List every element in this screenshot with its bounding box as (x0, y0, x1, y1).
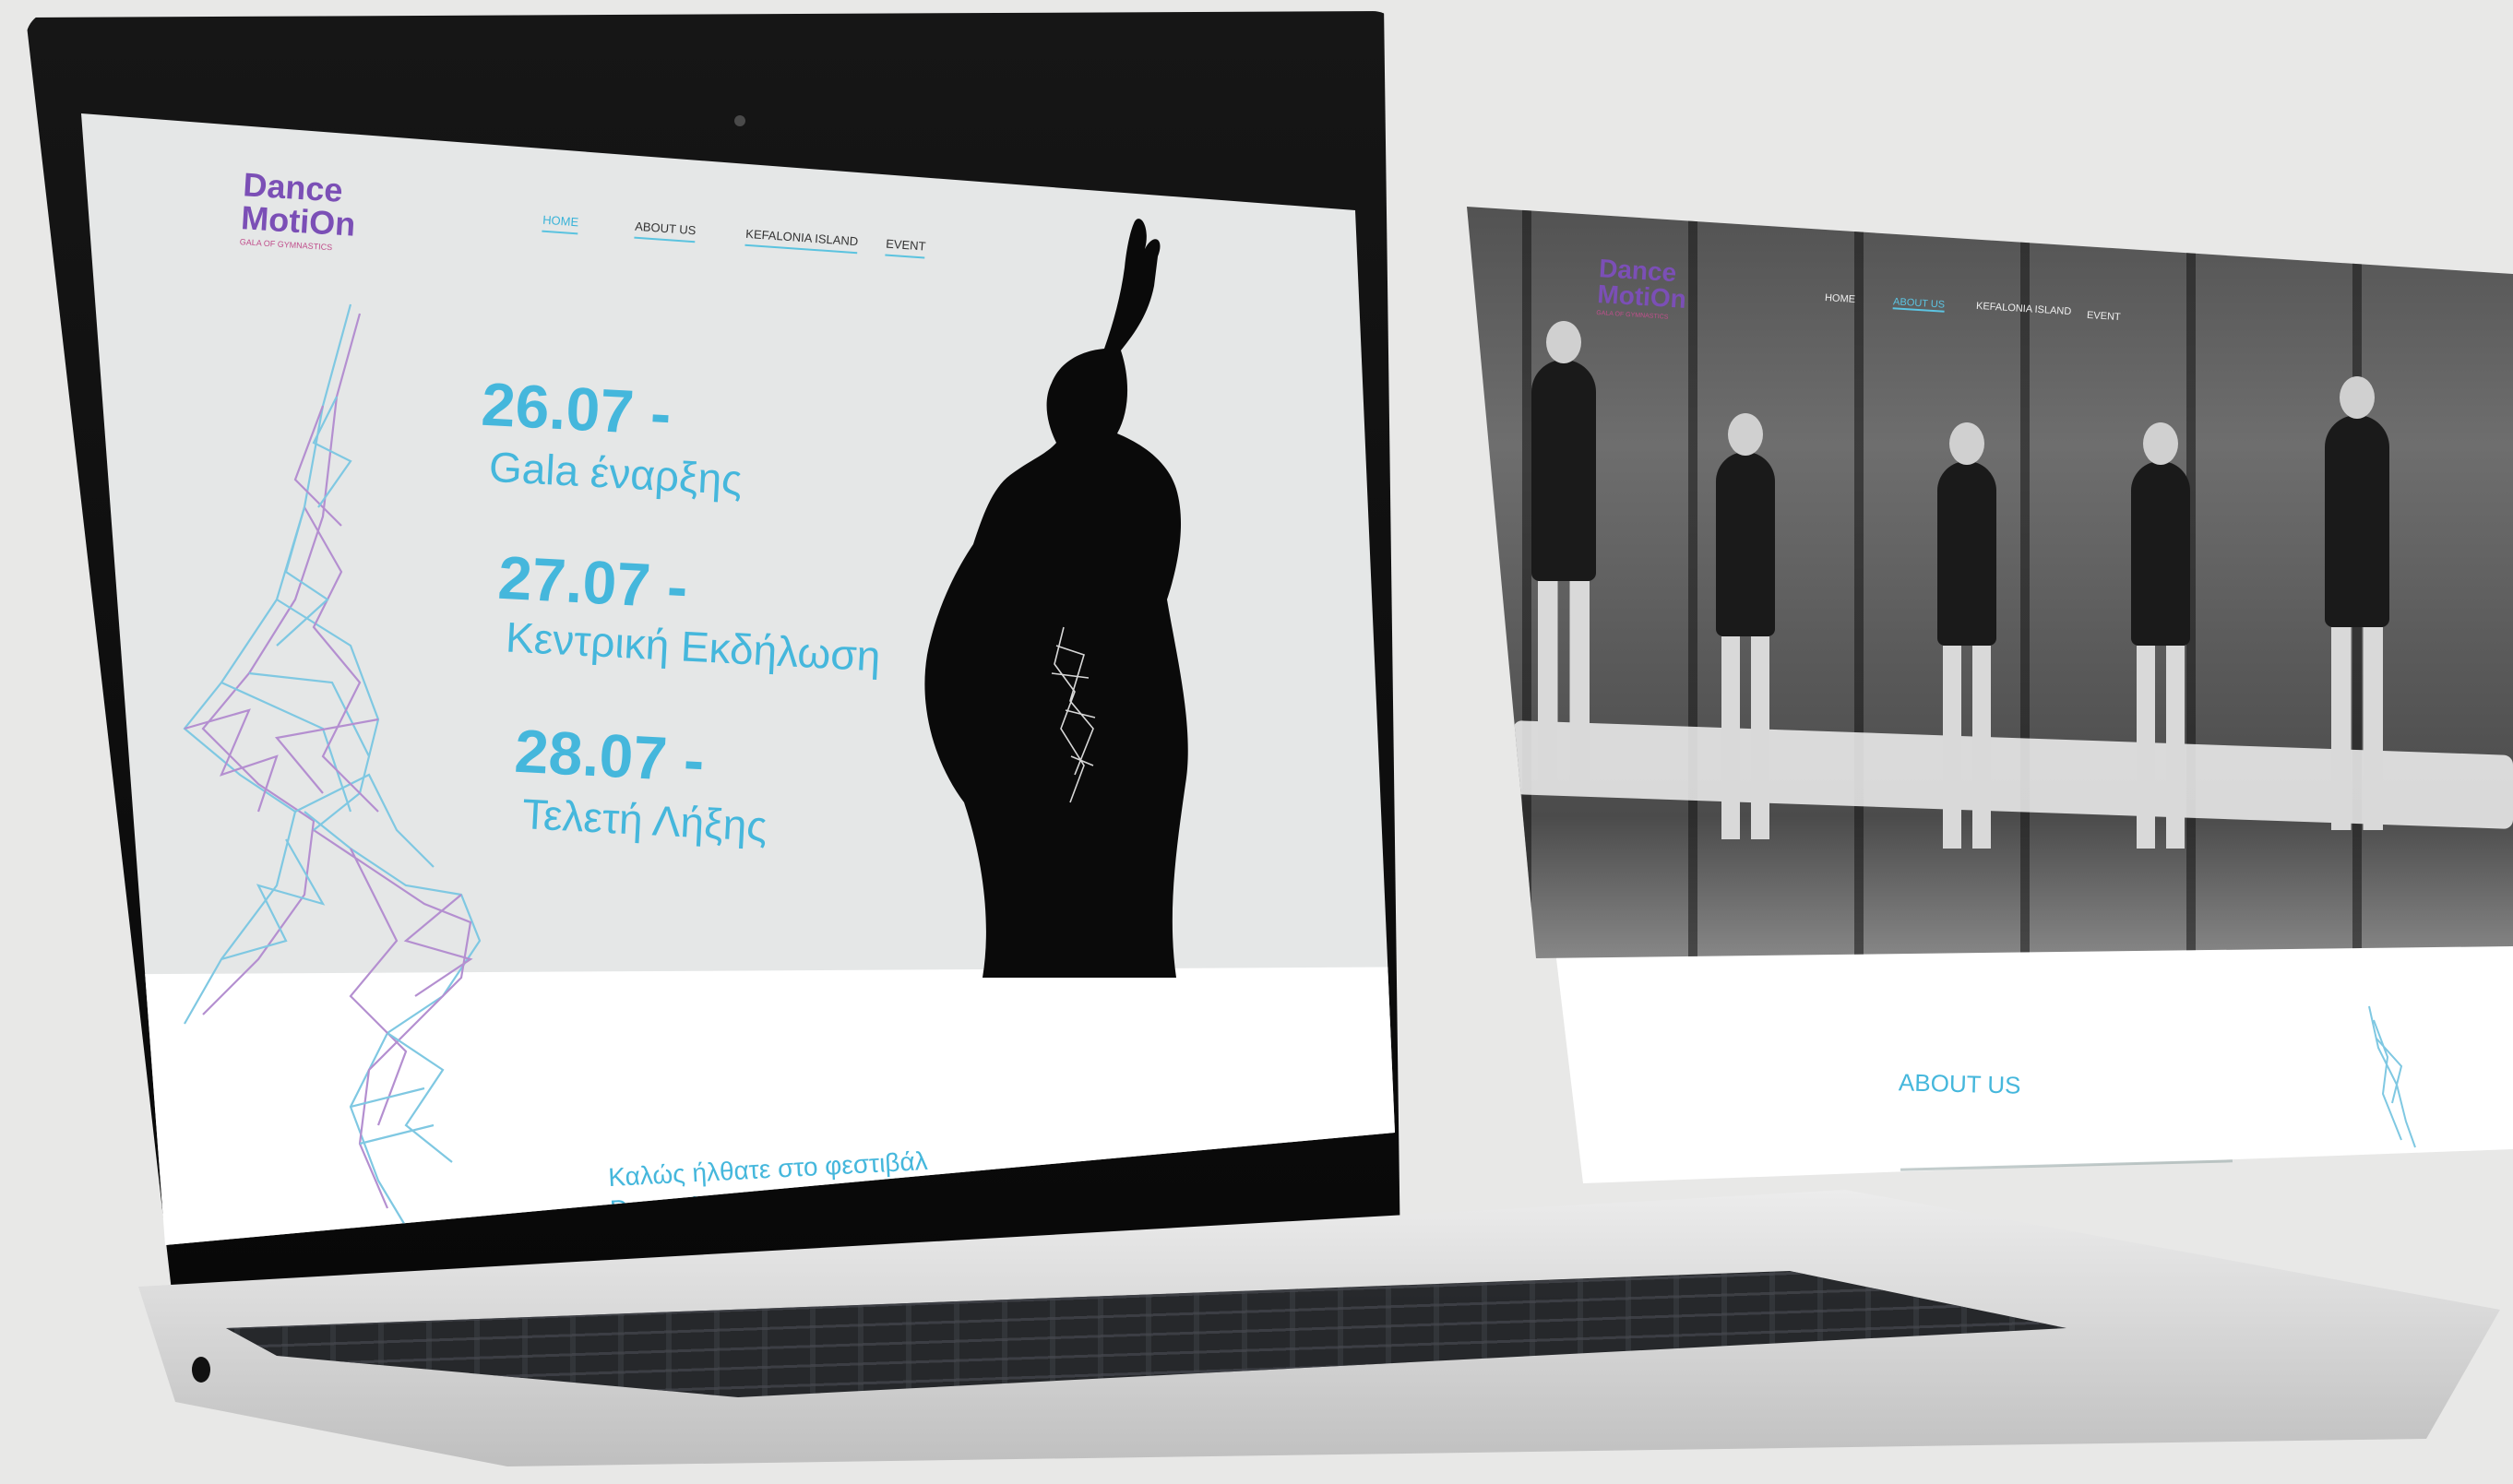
event-date-2: 27.07 - (496, 542, 690, 622)
panel-site-logo[interactable]: Dance MotiOn GALA OF GYMNASTICS (1596, 254, 1688, 322)
logo-line-2: MotiOn (240, 198, 357, 243)
panel-logo-line-2: MotiOn (1596, 279, 1687, 314)
panel-about-title: ABOUT US (1898, 1068, 2021, 1099)
event-date-3: 28.07 - (513, 716, 707, 795)
gymnast-4 (2131, 422, 2190, 849)
panel-nav-home[interactable]: HOME (1825, 292, 1856, 305)
nav-home[interactable]: HOME (542, 212, 579, 235)
site-logo[interactable]: Dance MotiOn GALA OF GYMNASTICS (240, 165, 359, 253)
gymnast-5 (2325, 376, 2389, 830)
event-name-3: Τελετή Λήξης (520, 789, 768, 850)
gymnast-1 (1531, 321, 1596, 784)
gymnast-3 (1937, 422, 1996, 849)
camera-icon (734, 115, 745, 126)
silhouette-dancer-photo (924, 219, 1188, 978)
gymnast-2 (1716, 413, 1775, 839)
event-name-1: Gala έναρξης (487, 442, 744, 505)
panel-nav-event[interactable]: EVENT (2087, 310, 2121, 323)
line-art-dancer-illustration (183, 303, 482, 1228)
laptop-port (192, 1357, 210, 1383)
panel-line-art-accent (2368, 1005, 2416, 1148)
event-name-2: Κεντρική Εκδήλωση (504, 612, 882, 681)
nav-kefalonia-island[interactable]: KEFALONIA ISLAND (744, 226, 859, 255)
mockup-scene: Dance MotiOn GALA OF GYMNASTICS HOME ABO… (0, 0, 2513, 1484)
nav-about-us[interactable]: ABOUT US (634, 219, 697, 243)
